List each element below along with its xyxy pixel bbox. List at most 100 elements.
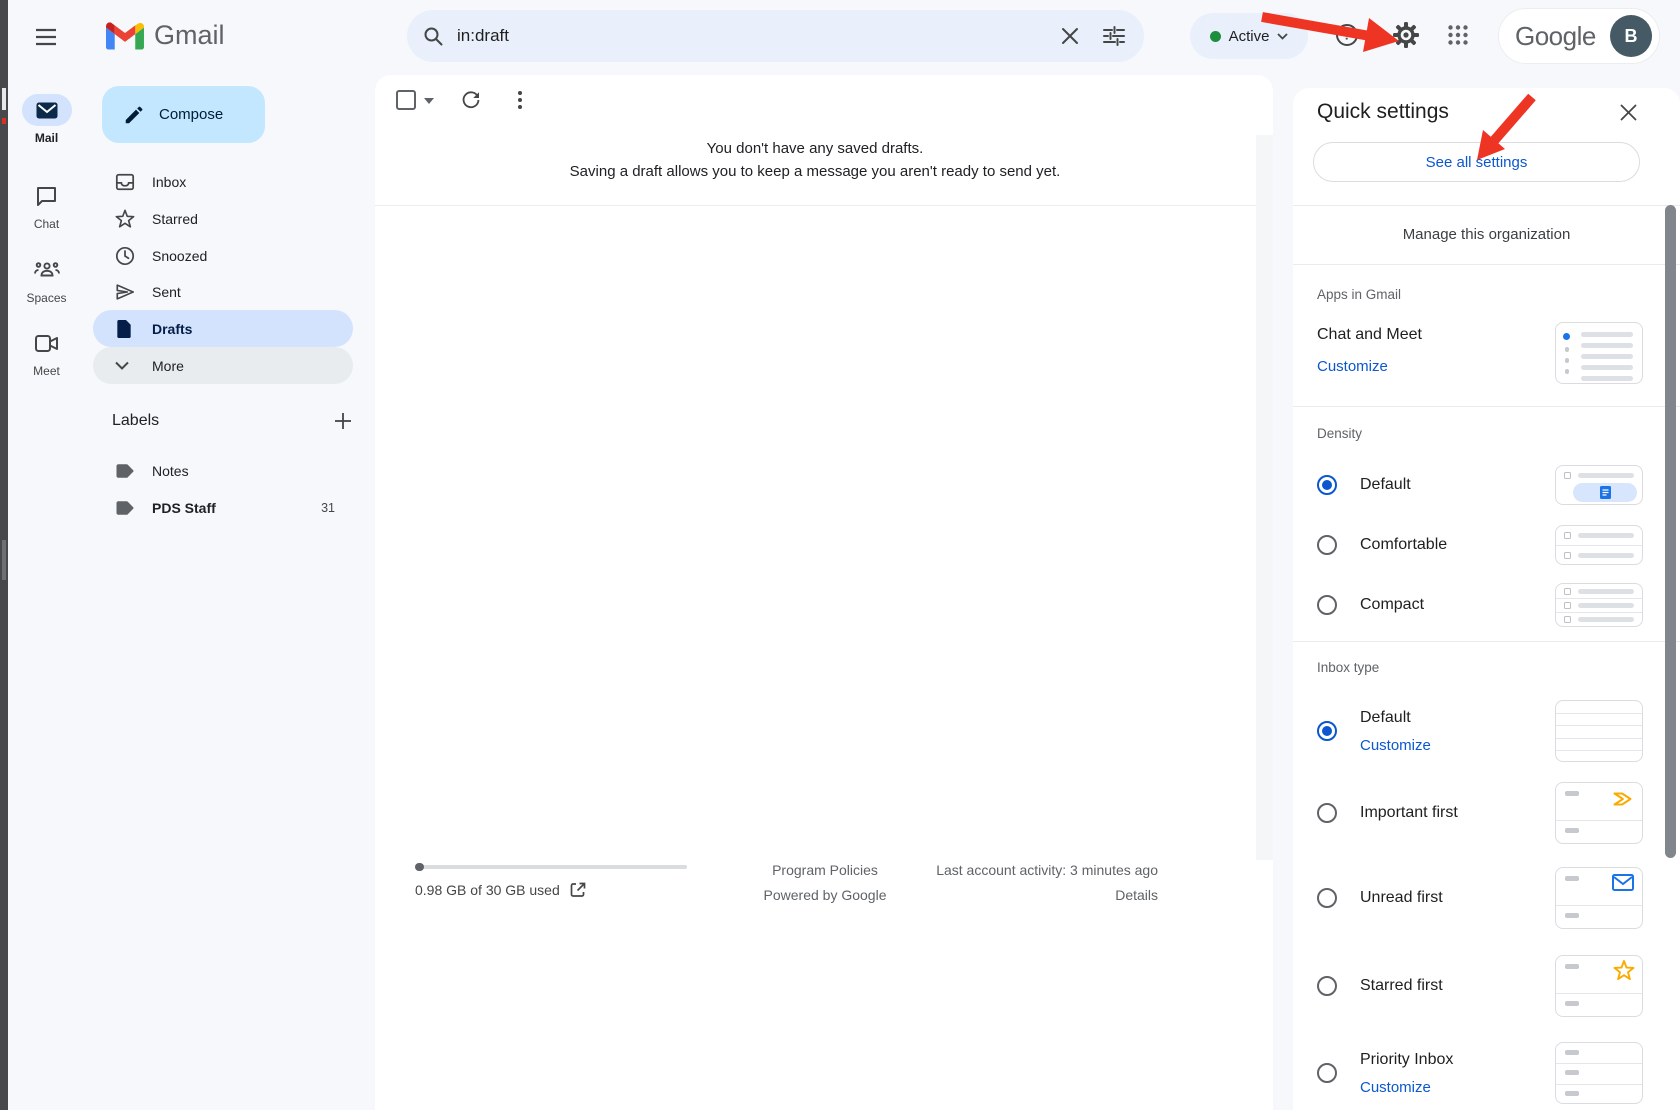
radio-selected-icon[interactable] bbox=[1317, 721, 1337, 741]
panel-divider bbox=[1293, 641, 1680, 642]
sidebar-item-starred[interactable]: Starred bbox=[93, 200, 353, 237]
send-icon bbox=[115, 282, 135, 302]
account-avatar[interactable]: B bbox=[1610, 15, 1652, 57]
compose-button[interactable]: Compose bbox=[102, 86, 265, 143]
customize-default-inbox-link[interactable]: Customize bbox=[1360, 737, 1431, 754]
sidebar-item-more[interactable]: More bbox=[93, 347, 353, 384]
sidebar-item-sent[interactable]: Sent bbox=[93, 273, 353, 310]
refresh-button[interactable] bbox=[451, 80, 491, 120]
sidebar-item-snoozed[interactable]: Snoozed bbox=[93, 237, 353, 274]
label-row-notes[interactable]: Notes bbox=[93, 452, 353, 489]
last-activity-text: Last account activity: 3 minutes ago bbox=[375, 862, 1158, 878]
apps-in-gmail-header: Apps in Gmail bbox=[1317, 287, 1401, 302]
gmail-brand: Gmail bbox=[106, 20, 225, 51]
account-activity: Last account activity: 3 minutes ago Det… bbox=[375, 862, 1158, 903]
see-all-settings-button[interactable]: See all settings bbox=[1313, 142, 1640, 182]
customize-chat-meet-link[interactable]: Customize bbox=[1317, 358, 1388, 375]
background-window-edge bbox=[0, 0, 8, 1110]
availability-status-selector[interactable]: Active bbox=[1190, 13, 1308, 59]
meet-icon bbox=[22, 327, 72, 359]
search-options-button[interactable] bbox=[1092, 14, 1136, 58]
gmail-logo-icon bbox=[106, 21, 144, 50]
radio-selected-icon[interactable] bbox=[1317, 475, 1337, 495]
tune-icon bbox=[1103, 26, 1125, 46]
hamburger-icon bbox=[35, 28, 57, 46]
clear-search-button[interactable] bbox=[1048, 14, 1092, 58]
sidebar-item-inbox[interactable]: Inbox bbox=[93, 163, 353, 200]
rail-item-chat[interactable]: Chat bbox=[8, 180, 85, 231]
radio-icon[interactable] bbox=[1317, 1063, 1337, 1083]
radio-icon[interactable] bbox=[1317, 803, 1337, 823]
activity-details-link[interactable]: Details bbox=[375, 887, 1158, 903]
spaces-icon bbox=[22, 254, 72, 286]
radio-icon[interactable] bbox=[1317, 535, 1337, 555]
apps-grid-icon bbox=[1447, 24, 1469, 46]
tag-icon bbox=[115, 500, 135, 516]
sidebar-item-drafts[interactable]: Drafts bbox=[93, 310, 353, 347]
radio-icon[interactable] bbox=[1317, 976, 1337, 996]
settings-gear-button[interactable] bbox=[1386, 15, 1426, 55]
search-input[interactable] bbox=[457, 26, 1048, 46]
density-default-thumbnail bbox=[1555, 465, 1643, 505]
mail-icon bbox=[22, 94, 72, 126]
select-all-checkbox[interactable] bbox=[396, 90, 416, 110]
create-label-button[interactable] bbox=[334, 412, 352, 430]
label-row-pds-staff[interactable]: PDS Staff 31 bbox=[93, 489, 353, 526]
chat-icon bbox=[22, 180, 72, 212]
chevron-down-icon bbox=[115, 361, 135, 370]
google-apps-button[interactable] bbox=[1438, 15, 1478, 55]
rail-item-meet[interactable]: Meet bbox=[8, 327, 85, 378]
inbox-icon bbox=[115, 172, 135, 192]
gear-icon bbox=[1392, 21, 1420, 49]
mail-list-panel: You don't have any saved drafts. Saving … bbox=[375, 75, 1273, 1110]
close-settings-button[interactable] bbox=[1608, 92, 1648, 132]
main-scrollbar-track[interactable] bbox=[1256, 135, 1273, 860]
inbox-type-option-default[interactable]: Default Customize bbox=[1317, 698, 1660, 764]
quick-settings-title: Quick settings bbox=[1317, 100, 1449, 124]
select-dropdown-caret[interactable] bbox=[424, 98, 434, 104]
density-option-comfortable[interactable]: Comfortable bbox=[1317, 517, 1660, 573]
active-status-label: Active bbox=[1229, 28, 1270, 45]
close-icon bbox=[1620, 104, 1637, 121]
hamburger-menu-button[interactable] bbox=[24, 15, 68, 59]
density-comfortable-thumbnail bbox=[1555, 525, 1643, 565]
google-account-pill[interactable]: Google B bbox=[1498, 8, 1660, 64]
kebab-icon bbox=[518, 91, 522, 109]
active-status-dot bbox=[1210, 31, 1221, 42]
inbox-type-option-priority-inbox[interactable]: Priority Inbox Customize bbox=[1317, 1040, 1660, 1106]
radio-icon[interactable] bbox=[1317, 595, 1337, 615]
gmail-app: Gmail Active bbox=[0, 0, 1680, 1110]
density-header: Density bbox=[1317, 426, 1362, 441]
star-icon bbox=[115, 209, 135, 229]
inbox-type-header: Inbox type bbox=[1317, 660, 1379, 675]
important-first-thumbnail bbox=[1555, 782, 1643, 844]
tag-icon bbox=[115, 463, 135, 479]
help-button[interactable]: ? bbox=[1327, 15, 1367, 55]
rail-item-mail[interactable]: Mail bbox=[8, 94, 85, 145]
draft-icon bbox=[115, 319, 135, 339]
empty-drafts-subtitle: Saving a draft allows you to keep a mess… bbox=[375, 160, 1255, 183]
envelope-icon bbox=[1612, 874, 1634, 891]
help-icon: ? bbox=[1335, 23, 1359, 47]
rail-item-spaces[interactable]: Spaces bbox=[8, 254, 85, 305]
label-count: 31 bbox=[321, 501, 335, 515]
google-wordmark: Google bbox=[1515, 21, 1596, 52]
customize-priority-inbox-link[interactable]: Customize bbox=[1360, 1079, 1453, 1096]
inbox-type-option-unread-first[interactable]: Unread first bbox=[1317, 868, 1660, 928]
radio-icon[interactable] bbox=[1317, 888, 1337, 908]
priority-inbox-thumbnail bbox=[1555, 1042, 1643, 1104]
inbox-type-option-important-first[interactable]: Important first bbox=[1317, 783, 1660, 843]
more-options-button[interactable] bbox=[500, 80, 540, 120]
panel-scrollbar-thumb[interactable] bbox=[1665, 205, 1676, 858]
density-compact-thumbnail bbox=[1555, 583, 1643, 627]
panel-divider bbox=[1293, 264, 1680, 265]
manage-organization-link[interactable]: Manage this organization bbox=[1293, 205, 1680, 264]
density-option-compact[interactable]: Compact bbox=[1317, 577, 1660, 633]
density-option-default[interactable]: Default bbox=[1317, 457, 1660, 513]
empty-drafts-banner: You don't have any saved drafts. Saving … bbox=[375, 137, 1255, 183]
plus-icon bbox=[334, 412, 352, 430]
search-bar[interactable] bbox=[407, 10, 1144, 62]
inbox-type-option-starred-first[interactable]: Starred first bbox=[1317, 956, 1660, 1016]
panel-divider bbox=[1293, 406, 1680, 407]
quick-settings-panel: Quick settings See all settings Manage t… bbox=[1293, 88, 1680, 1110]
